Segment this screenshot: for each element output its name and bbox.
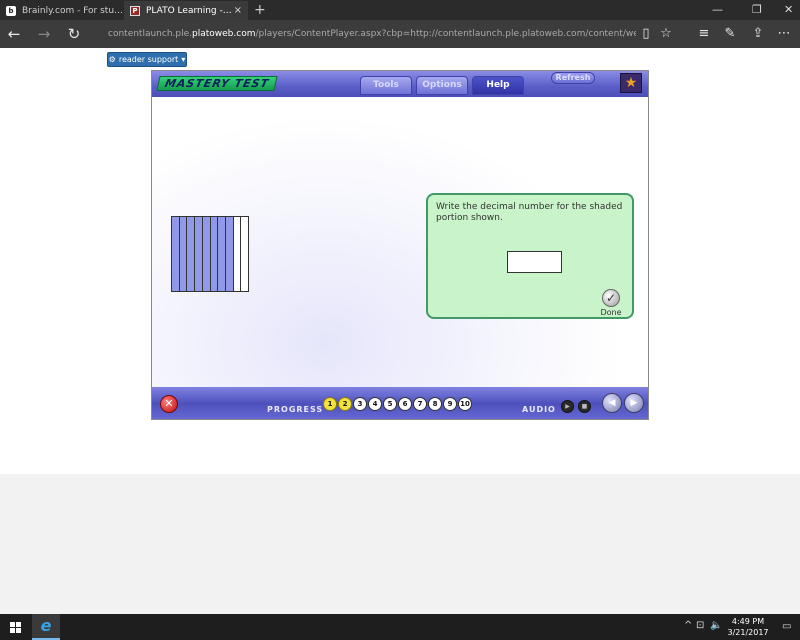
tray-chevron-icon[interactable]: ^ xyxy=(684,620,692,631)
tab-title: Brainly.com - For students. By xyxy=(22,5,124,16)
progress-item-1[interactable]: 1 xyxy=(323,397,337,411)
hub-icon[interactable]: ≡ xyxy=(694,24,714,44)
url-prefix: contentlaunch.ple. xyxy=(108,29,193,39)
action-center-icon[interactable]: ▭ xyxy=(782,621,791,632)
web-page: ⚙ reader support ▾ MASTERY TEST Tools Op… xyxy=(0,48,800,474)
tab-options[interactable]: Options xyxy=(416,76,468,95)
progress-item-6[interactable]: 6 xyxy=(398,397,412,411)
reader-support-label: reader support xyxy=(118,55,179,64)
done-label: Done xyxy=(600,308,622,317)
decimal-model xyxy=(171,216,249,292)
audio-play-button[interactable]: ▶ xyxy=(561,400,574,413)
progress-label: PROGRESS xyxy=(267,405,324,414)
progress-item-7[interactable]: 7 xyxy=(413,397,427,411)
brainly-icon: b xyxy=(6,5,16,16)
progress-indicator: 1 2 3 4 5 6 7 8 9 10 xyxy=(323,397,472,411)
clock-time: 4:49 PM xyxy=(731,617,765,626)
close-window-icon[interactable]: ✕ xyxy=(784,2,793,18)
edge-browser-icon[interactable]: e xyxy=(32,614,60,640)
browser-toolbar: ← → ↻ contentlaunch.ple. platoweb.com/pla… xyxy=(0,20,800,48)
audio-stop-button[interactable]: ■ xyxy=(578,400,591,413)
question-area: Write the decimal number for the shaded … xyxy=(152,97,648,387)
tab-brainly[interactable]: b Brainly.com - For students. By xyxy=(0,1,124,20)
shaded-strip xyxy=(225,217,234,291)
previous-button[interactable]: ◀ xyxy=(602,393,622,413)
audio-label: AUDIO xyxy=(522,405,556,414)
lesson-player: MASTERY TEST Tools Options Help Refresh … xyxy=(151,70,649,420)
shaded-strip xyxy=(202,217,211,291)
exit-button[interactable]: ✕ xyxy=(160,395,178,413)
question-prompt: Write the decimal number for the shaded … xyxy=(436,202,623,223)
unshaded-strip xyxy=(233,217,242,291)
player-footer: ✕ PROGRESS 1 2 3 4 5 6 7 8 9 10 AUDIO ▶ ■ ◀ ▶ xyxy=(152,387,648,419)
shaded-strip xyxy=(210,217,219,291)
minimize-icon[interactable]: — xyxy=(712,2,723,18)
reading-view-icon[interactable]: ▯ xyxy=(636,24,656,44)
progress-item-3[interactable]: 3 xyxy=(353,397,367,411)
shaded-strip xyxy=(195,217,203,291)
mastery-test-badge: MASTERY TEST xyxy=(156,76,278,91)
shaded-strip xyxy=(172,217,180,291)
progress-item-9[interactable]: 9 xyxy=(443,397,457,411)
windows-start-icon[interactable] xyxy=(0,614,30,640)
tab-help[interactable]: Help xyxy=(472,76,524,95)
forward-icon[interactable]: → xyxy=(34,24,54,44)
web-note-icon[interactable]: ✎ xyxy=(720,24,740,44)
browser-tab-bar: b Brainly.com - For students. By P PLATO… xyxy=(0,0,800,20)
network-icon[interactable]: ⊡ xyxy=(696,620,704,631)
player-header: MASTERY TEST Tools Options Help Refresh … xyxy=(152,71,648,97)
url-path: /players/ContentPlayer.aspx?cbp=http://c… xyxy=(255,29,636,39)
progress-item-8[interactable]: 8 xyxy=(428,397,442,411)
progress-item-2[interactable]: 2 xyxy=(338,397,352,411)
shaded-strip xyxy=(218,217,226,291)
answer-input[interactable] xyxy=(507,251,562,273)
taskbar-clock[interactable]: 4:49 PM 3/21/2017 xyxy=(724,616,772,638)
restore-icon[interactable]: ❐ xyxy=(752,2,762,18)
clock-date: 3/21/2017 xyxy=(727,628,769,637)
reader-support-button[interactable]: ⚙ reader support ▾ xyxy=(107,52,187,67)
more-icon[interactable]: ⋯ xyxy=(774,24,794,44)
done-button[interactable]: ✓ Done xyxy=(594,289,628,317)
chevron-down-icon: ▾ xyxy=(181,55,186,64)
new-tab-button[interactable]: + xyxy=(254,1,266,19)
url-host: platoweb.com xyxy=(192,29,256,39)
next-button[interactable]: ▶ xyxy=(624,393,644,413)
shaded-strip xyxy=(187,217,196,291)
progress-item-5[interactable]: 5 xyxy=(383,397,397,411)
back-icon[interactable]: ← xyxy=(4,24,24,44)
tab-close-icon[interactable]: × xyxy=(234,5,242,16)
unshaded-strip xyxy=(241,217,249,291)
refresh-button[interactable]: Refresh xyxy=(551,72,595,84)
checkmark-icon: ✓ xyxy=(602,289,620,307)
progress-item-4[interactable]: 4 xyxy=(368,397,382,411)
volume-icon[interactable]: 🔈 xyxy=(710,620,722,631)
tab-plato[interactable]: P PLATO Learning - Conte × xyxy=(124,1,248,20)
tab-title: PLATO Learning - Conte xyxy=(146,5,234,16)
windows-taskbar: e ^ ⊡ 🔈 4:49 PM 3/21/2017 ▭ xyxy=(0,614,800,640)
favorite-star-icon[interactable]: ☆ xyxy=(656,24,676,44)
share-icon[interactable]: ⇪ xyxy=(748,24,768,44)
refresh-icon[interactable]: ↻ xyxy=(64,24,84,44)
question-box: Write the decimal number for the shaded … xyxy=(426,193,634,319)
progress-item-10[interactable]: 10 xyxy=(458,397,472,411)
tab-tools[interactable]: Tools xyxy=(360,76,412,95)
address-bar[interactable]: contentlaunch.ple. platoweb.com/players/C… xyxy=(98,24,636,44)
star-logo-icon: ★ xyxy=(620,73,642,93)
gear-icon: ⚙ xyxy=(108,55,116,64)
plato-icon: P xyxy=(130,5,140,16)
shaded-strip xyxy=(179,217,188,291)
